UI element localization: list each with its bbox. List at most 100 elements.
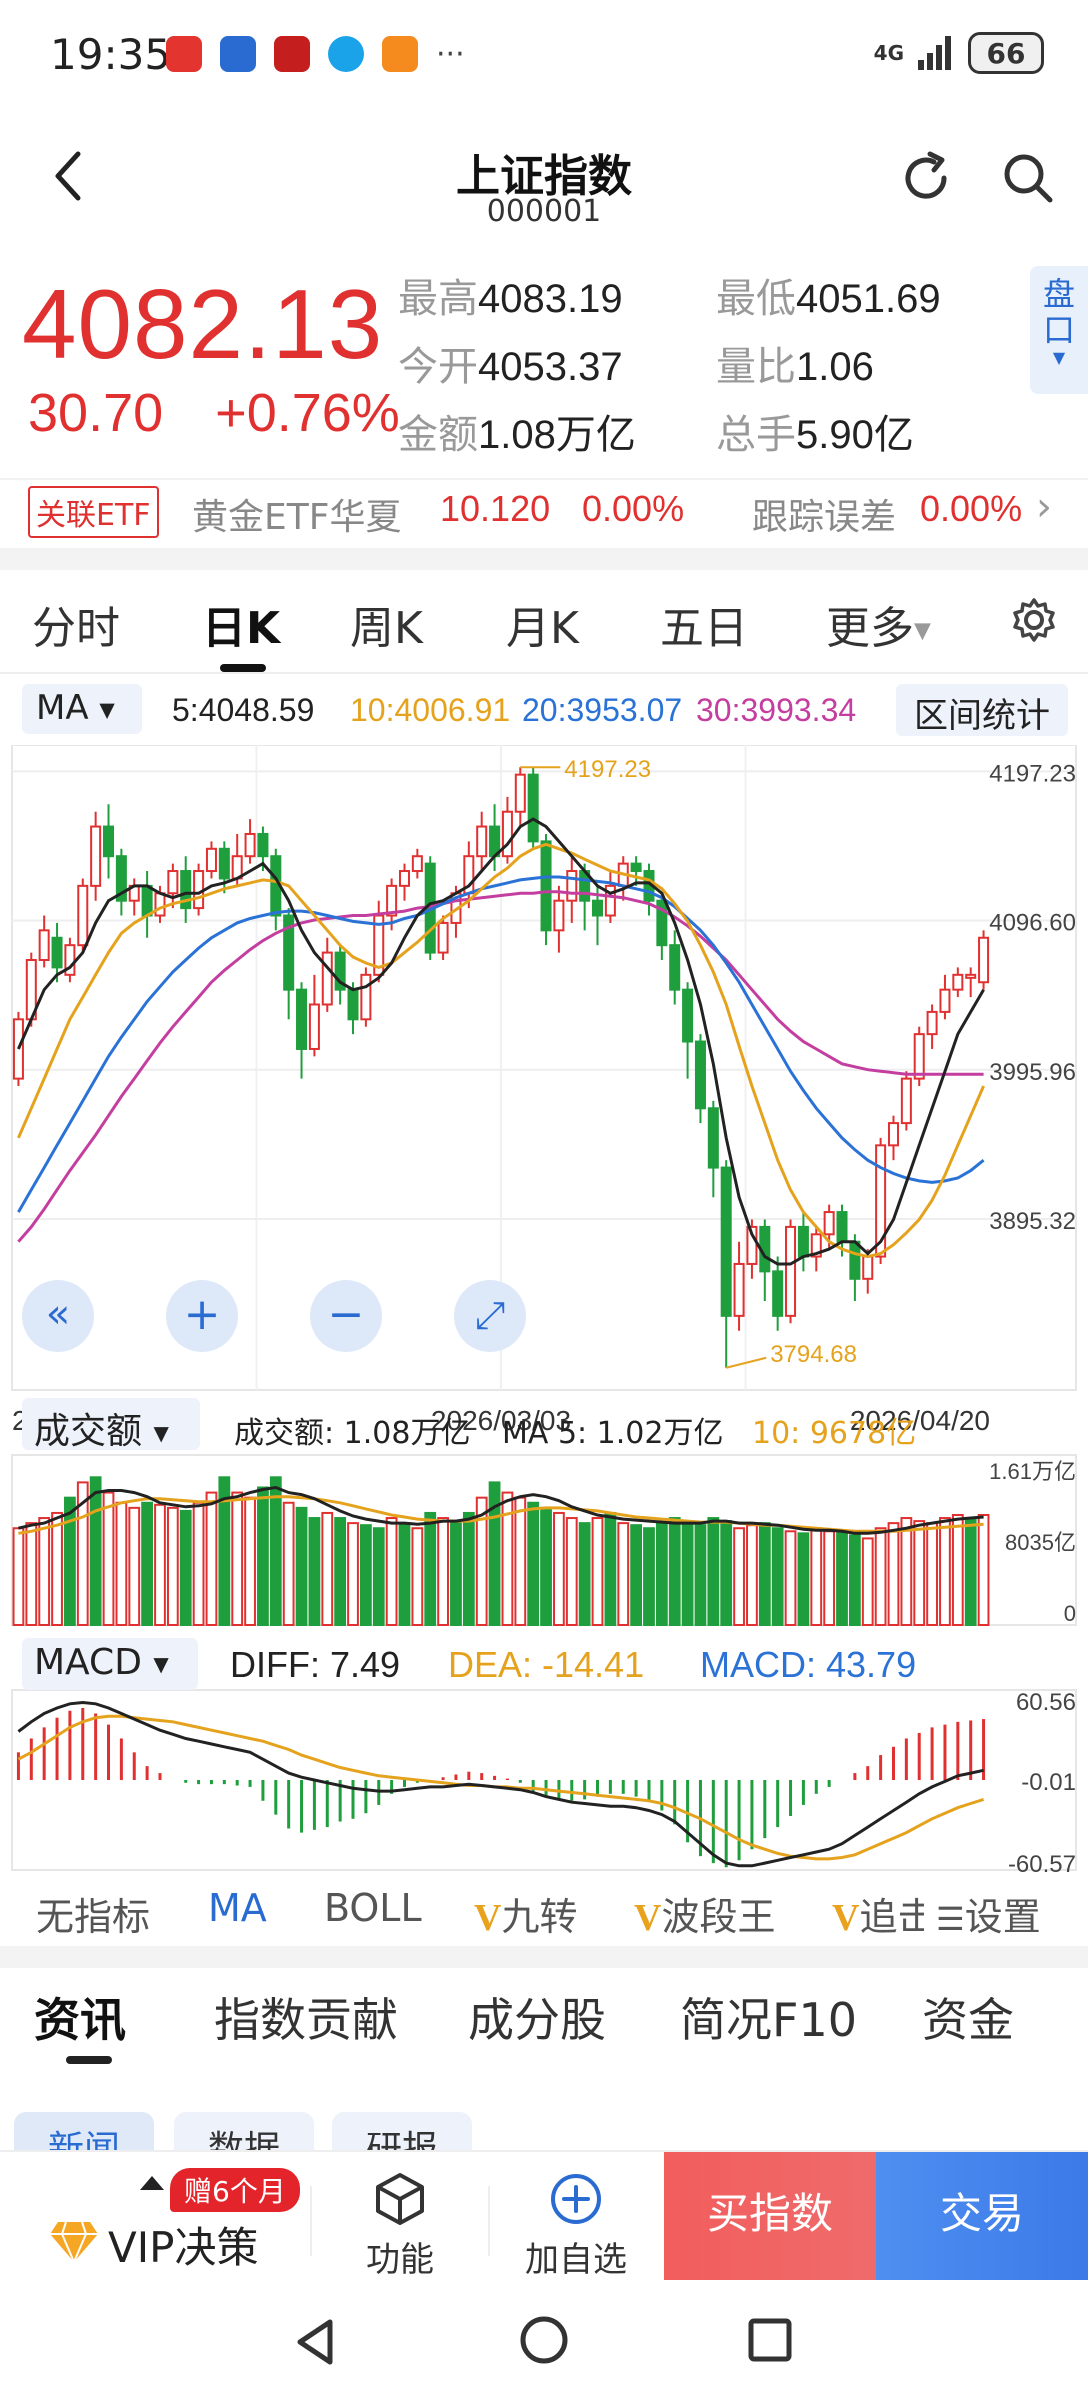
tab-intraday[interactable]: 分时 — [32, 592, 120, 656]
indicator-tab-ma[interactable]: MA — [208, 1886, 267, 1930]
candle — [836, 1211, 848, 1243]
volume-ma5-legend: MA 5: 1.02万亿 — [502, 1416, 724, 1451]
interval-stats-button[interactable]: 区间统计 — [896, 684, 1068, 736]
app-notification-icon — [382, 36, 418, 72]
macd-value-legend: MACD: 43.79 — [700, 1644, 917, 1685]
indicator-selector-label: MA — [36, 688, 89, 728]
vip-v-icon: V — [832, 1897, 860, 1939]
candle — [952, 973, 964, 991]
function-button[interactable]: 功能 — [330, 2170, 470, 2280]
candle — [244, 832, 256, 858]
volume-bar — [269, 1476, 282, 1627]
function-label: 功能 — [366, 2240, 434, 2280]
candle — [437, 921, 449, 954]
tab-index-contribution[interactable]: 指数贡献 — [214, 1984, 398, 2050]
candle — [540, 840, 552, 932]
pane-frame — [11, 1689, 1077, 1871]
status-time: 19:35 — [50, 30, 172, 79]
tab-monthly-k[interactable]: 月K — [506, 592, 579, 656]
volume-axis-tick: 0 — [1064, 1601, 1076, 1626]
volume-bar — [102, 1491, 115, 1626]
nav-recents-icon[interactable] — [746, 2316, 794, 2364]
nav-home-icon[interactable] — [518, 2314, 570, 2366]
volume-bar — [38, 1517, 51, 1626]
double-chevron-left-icon: « — [45, 1291, 71, 1337]
buy-index-button[interactable]: 买指数 — [664, 2152, 876, 2280]
candle — [566, 870, 578, 902]
volume-bar — [12, 1527, 25, 1626]
triangle-up-icon — [140, 2176, 164, 2190]
candle — [733, 1262, 745, 1317]
order-book-button[interactable]: 盘口 ▼ — [1030, 266, 1088, 394]
candle — [965, 973, 977, 979]
tab-daily-k[interactable]: 日K — [202, 592, 280, 656]
status-app-icons: ··· — [166, 36, 465, 72]
candle — [939, 988, 951, 1013]
volume-bar — [797, 1532, 810, 1627]
trade-button[interactable]: 交易 — [876, 2152, 1088, 2280]
stat-label: 量比 — [716, 344, 796, 390]
volume-bar — [244, 1496, 256, 1627]
volume-bar — [514, 1496, 527, 1627]
zoom-out-button[interactable]: − — [310, 1280, 382, 1352]
etf-name: 黄金ETF华夏 — [192, 497, 402, 538]
stat-high: 最高4083.19 — [398, 266, 623, 324]
indicator-tab-label: 九转 — [501, 1895, 578, 1939]
candle — [887, 1122, 899, 1147]
add-watchlist-button[interactable]: 加自选 — [504, 2170, 648, 2280]
candle — [77, 884, 89, 947]
volume-bar — [424, 1511, 437, 1627]
refresh-icon[interactable] — [898, 150, 954, 206]
network-label: 4G — [873, 41, 904, 65]
change-value: 30.70 — [28, 383, 164, 443]
indicator-tab-boll[interactable]: BOLL — [324, 1886, 422, 1930]
macd-diff-line — [17, 1700, 984, 1868]
fullscreen-button[interactable]: ⤢ — [454, 1280, 526, 1352]
indicator-tab-chase[interactable]: V追击 — [832, 1886, 924, 1941]
candle — [785, 1225, 797, 1317]
chevron-right-icon[interactable]: › — [1036, 484, 1052, 530]
tab-capital[interactable]: 资金 — [922, 1984, 1014, 2050]
bar-divider — [488, 2186, 490, 2256]
scroll-left-button[interactable]: « — [22, 1280, 94, 1352]
indicator-tab-wave[interactable]: V波段王 — [634, 1886, 775, 1941]
change-percent: +0.76% — [215, 383, 400, 443]
etf-price: 10.120 — [440, 488, 551, 529]
indicator-selector[interactable]: MA ▼ — [22, 684, 142, 734]
search-icon[interactable] — [1000, 150, 1056, 206]
gear-icon[interactable] — [1010, 596, 1058, 644]
macd-axis-tick: -60.57 — [1008, 1851, 1076, 1875]
add-watchlist-label: 加自选 — [525, 2240, 627, 2280]
macd-indicator-selector[interactable]: MACD ▼ — [22, 1638, 198, 1690]
tab-weekly-k[interactable]: 周K — [350, 592, 423, 656]
tab-news-info[interactable]: 资讯 — [34, 1984, 126, 2050]
candle — [205, 847, 217, 873]
volume-indicator-selector[interactable]: 成交额 ▼ — [22, 1398, 200, 1452]
volume-bar — [694, 1524, 707, 1626]
vip-gift-badge: 赠6个月 — [170, 2168, 300, 2212]
candle — [926, 1010, 938, 1036]
tab-profile-f10[interactable]: 简况F10 — [680, 1984, 857, 2050]
kline-chart[interactable]: 4197.23 4096.60 3995.96 3895.32 4197.23 3794.… — [0, 745, 1088, 1875]
tab-five-day[interactable]: 五日 — [660, 592, 748, 656]
volume-bar — [823, 1530, 836, 1626]
candle — [103, 825, 115, 858]
tab-constituents[interactable]: 成分股 — [468, 1984, 606, 2050]
indicator-settings-button[interactable]: ☰设置 — [930, 1886, 1041, 1941]
nav-back-icon[interactable] — [292, 2316, 340, 2368]
indicator-tab-none[interactable]: 无指标 — [36, 1886, 150, 1941]
candle — [823, 1211, 835, 1236]
zoom-in-button[interactable]: + — [166, 1280, 238, 1352]
volume-bar — [746, 1524, 758, 1626]
volume-selector-label: 成交额 — [34, 1411, 143, 1452]
candle — [669, 944, 681, 991]
candle — [38, 929, 50, 962]
volume-bar — [617, 1522, 630, 1627]
indicator-tab-nine[interactable]: V九转 — [474, 1886, 577, 1941]
candle — [218, 847, 230, 880]
candle — [141, 884, 153, 917]
tab-more[interactable]: 更多▼ — [826, 592, 931, 656]
volume-bar — [720, 1520, 733, 1626]
indicator-tab-label: 波段王 — [661, 1895, 776, 1939]
volume-bar — [707, 1517, 720, 1626]
